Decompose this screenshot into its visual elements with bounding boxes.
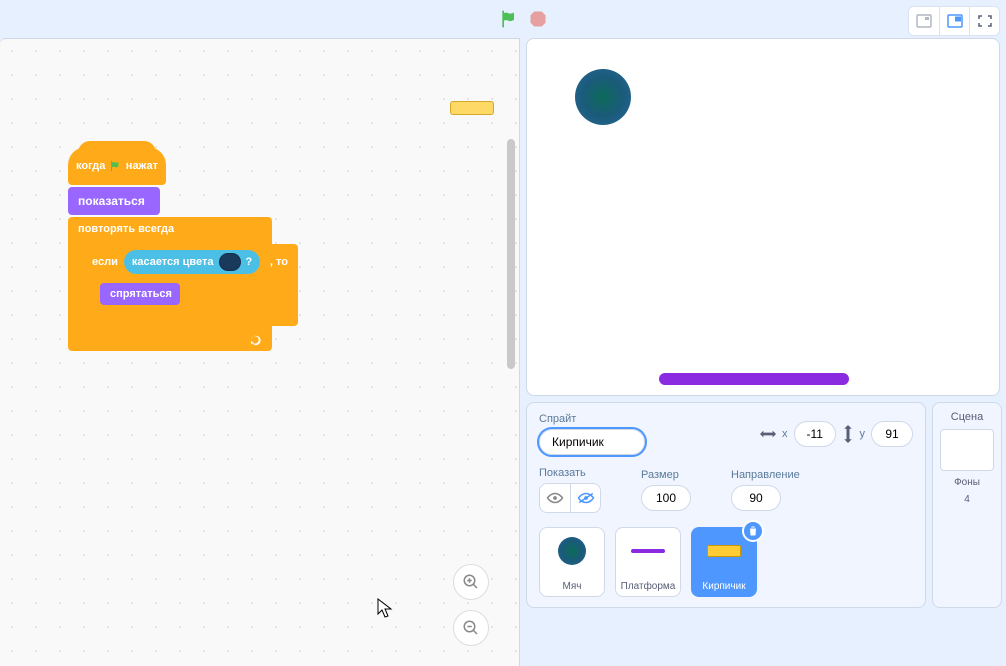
layout-large-stage-button[interactable] [939,7,969,35]
sprite-y-input[interactable] [871,421,913,447]
stage-sprite-paddle[interactable] [659,373,849,385]
script-workspace[interactable]: когда нажат показаться повторять всегда … [0,38,520,666]
loop-arrow-icon [248,333,262,347]
visibility-toggle [539,483,601,513]
show-label: показаться [78,194,145,208]
floating-block[interactable] [450,101,494,115]
show-label: Показать [539,467,601,479]
color-swatch[interactable] [219,253,241,271]
delete-sprite-button[interactable] [742,520,764,542]
workspace-scrollbar[interactable] [507,139,515,369]
sprite-tile-platform[interactable]: Платформа [615,527,681,597]
hat-block-flag-clicked[interactable]: когда нажат [68,147,166,185]
top-toolbar [0,0,1006,38]
stage-sprite-ball[interactable] [575,69,631,125]
sprite-list: Мяч Платформа Кирпичик [539,527,913,597]
x-arrows-icon [760,427,776,441]
cursor-icon [377,598,393,620]
hat-suffix: нажат [126,160,158,172]
hat-prefix: когда [76,160,105,172]
y-label: y [860,428,866,440]
size-label: Размер [641,469,691,481]
hide-sprite-button[interactable] [570,484,600,512]
sprite-size-input[interactable] [641,485,691,511]
direction-label: Направление [731,469,800,481]
if-suffix: , то [270,256,288,268]
hide-label: спрятаться [110,288,172,300]
touching-color-reporter[interactable]: касается цвета ? [124,250,260,274]
sprite-info-panel: Спрайт x y Показать [526,402,926,608]
zoom-in-button[interactable] [453,564,489,600]
green-flag-icon [109,158,121,174]
touching-color-label: касается цвета [132,256,214,268]
sprite-name-input[interactable] [539,429,645,455]
sprite-direction-input[interactable] [731,485,781,511]
backdrops-label: Фоны [954,477,980,488]
show-block[interactable]: показаться [68,187,160,215]
stage-layout-buttons [908,6,1000,36]
layout-small-stage-button[interactable] [909,7,939,35]
stop-icon[interactable] [529,10,547,28]
sprite-tile-brick[interactable]: Кирпичик [691,527,757,597]
sprite-x-input[interactable] [794,421,836,447]
if-block[interactable]: если касается цвета ? , то [82,244,298,326]
x-label: x [782,428,788,440]
show-sprite-button[interactable] [540,484,570,512]
forever-label: повторять всегда [68,217,272,241]
if-prefix: если [92,256,118,268]
stage-info-panel: Сцена Фоны 4 [932,402,1002,608]
backdrops-count: 4 [964,494,970,505]
sprite-label: Спрайт [539,413,645,425]
stage[interactable] [526,38,1000,396]
forever-block[interactable]: повторять всегда если касается цвета ? [68,217,272,351]
stage-title: Сцена [951,411,983,423]
green-flag-icon[interactable] [499,8,519,30]
sprite-tile-label: Кирпичик [702,581,745,592]
layout-fullscreen-button[interactable] [969,7,999,35]
sprite-tile-ball[interactable]: Мяч [539,527,605,597]
stage-thumbnail[interactable] [940,429,994,471]
block-stack[interactable]: когда нажат показаться повторять всегда … [68,147,272,351]
zoom-controls [453,564,489,646]
sprite-tile-label: Платформа [621,581,676,592]
y-arrows-icon [842,425,854,443]
sprite-tile-label: Мяч [563,581,582,592]
hide-block[interactable]: спрятаться [100,283,180,305]
zoom-out-button[interactable] [453,610,489,646]
question-mark: ? [246,256,253,268]
